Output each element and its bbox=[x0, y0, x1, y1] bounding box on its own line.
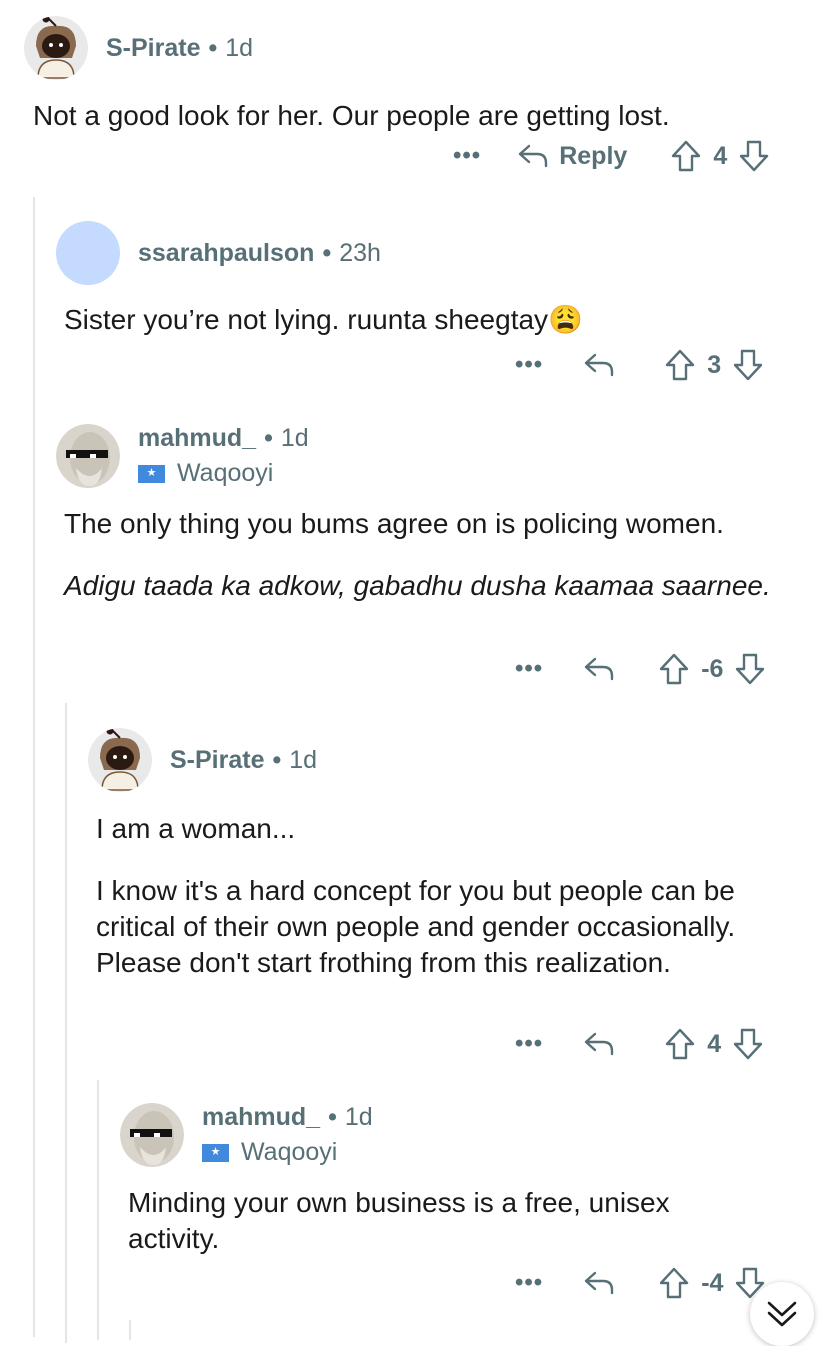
more-options-button[interactable]: ••• bbox=[453, 142, 481, 170]
thread-line-level-1[interactable] bbox=[33, 197, 35, 1337]
vote-count: -4 bbox=[701, 1268, 724, 1297]
separator-dot: • bbox=[272, 745, 282, 774]
downvote-icon[interactable] bbox=[733, 1028, 763, 1060]
default-blue-avatar[interactable] bbox=[56, 221, 120, 285]
comment-text: Sister you’re not lying. ruunta sheegtay bbox=[64, 304, 549, 335]
thread-line-level-4[interactable] bbox=[129, 1320, 131, 1340]
double-chevron-down-icon bbox=[765, 1297, 799, 1331]
separator-dot: • bbox=[328, 1103, 337, 1131]
comment-body: Not a good look for her. Our people are … bbox=[33, 98, 803, 134]
comment-text: Not a good look for her. Our people are … bbox=[33, 100, 670, 131]
thread-line-level-2[interactable] bbox=[65, 703, 67, 1343]
thread-line-level-3[interactable] bbox=[97, 1080, 99, 1340]
separator-dot: • bbox=[208, 33, 218, 62]
more-options-button[interactable]: ••• bbox=[515, 1030, 543, 1058]
upvote-icon[interactable] bbox=[659, 653, 689, 685]
user-flair: ★ Waqooyi bbox=[138, 459, 309, 488]
pirate-snoo-avatar[interactable] bbox=[88, 728, 152, 792]
more-options-button[interactable]: ••• bbox=[515, 1269, 543, 1297]
comment-body: Sister you’re not lying. ruunta sheegtay… bbox=[64, 302, 804, 338]
reply-button[interactable]: Reply bbox=[517, 142, 627, 171]
reply-arrow-icon[interactable] bbox=[583, 352, 615, 378]
username[interactable]: ssarahpaulson bbox=[138, 239, 314, 268]
reply-arrow-icon bbox=[517, 143, 549, 169]
downvote-icon[interactable] bbox=[739, 140, 769, 172]
statue-sunglasses-avatar[interactable] bbox=[120, 1103, 184, 1167]
weary-face-emoji: 😩 bbox=[548, 304, 583, 335]
reply-label: Reply bbox=[559, 141, 628, 170]
downvote-icon[interactable] bbox=[733, 349, 763, 381]
vote-count: 4 bbox=[713, 141, 728, 170]
username[interactable]: S-Pirate bbox=[170, 746, 264, 775]
username[interactable]: mahmud_ bbox=[202, 1103, 320, 1132]
somalia-flag-icon: ★ bbox=[138, 464, 165, 483]
upvote-icon[interactable] bbox=[665, 349, 695, 381]
timestamp: 1d bbox=[225, 33, 254, 62]
comment-text: I know it's a hard concept for you but p… bbox=[96, 875, 736, 978]
comment-text: Minding your own business is a free, uni… bbox=[128, 1187, 670, 1254]
comment-body: The only thing you bums agree on is poli… bbox=[64, 506, 804, 604]
more-options-button[interactable]: ••• bbox=[515, 351, 543, 379]
comment-body: Minding your own business is a free, uni… bbox=[128, 1185, 768, 1257]
timestamp: 23h bbox=[339, 238, 381, 267]
flair-text: Waqooyi bbox=[177, 459, 274, 487]
username[interactable]: mahmud_ bbox=[138, 424, 256, 453]
upvote-icon[interactable] bbox=[671, 140, 701, 172]
comment-body: I am a woman... I know it's a hard conce… bbox=[96, 811, 796, 981]
reply-arrow-icon[interactable] bbox=[583, 656, 615, 682]
upvote-icon[interactable] bbox=[665, 1028, 695, 1060]
statue-sunglasses-avatar[interactable] bbox=[56, 424, 120, 488]
timestamp: 1d bbox=[289, 745, 318, 774]
separator-dot: • bbox=[322, 238, 332, 267]
vote-count: 4 bbox=[707, 1029, 722, 1058]
downvote-icon[interactable] bbox=[735, 653, 765, 685]
comment-text: The only thing you bums agree on is poli… bbox=[64, 508, 724, 539]
timestamp: 1d bbox=[344, 1103, 373, 1131]
vote-count: -6 bbox=[701, 654, 724, 683]
user-flair: ★ Waqooyi bbox=[202, 1138, 373, 1167]
jump-to-next-button[interactable] bbox=[750, 1282, 814, 1346]
reply-arrow-icon[interactable] bbox=[583, 1270, 615, 1296]
separator-dot: • bbox=[264, 424, 273, 452]
comment-text-italic: Adigu taada ka adkow, gabadhu dusha kaam… bbox=[64, 570, 771, 601]
username[interactable]: S-Pirate bbox=[106, 34, 200, 63]
reply-arrow-icon[interactable] bbox=[583, 1031, 615, 1057]
somalia-flag-icon: ★ bbox=[202, 1143, 229, 1162]
vote-count: 3 bbox=[707, 350, 722, 379]
upvote-icon[interactable] bbox=[659, 1267, 689, 1299]
flair-text: Waqooyi bbox=[241, 1138, 338, 1166]
more-options-button[interactable]: ••• bbox=[515, 655, 543, 683]
timestamp: 1d bbox=[280, 424, 309, 452]
pirate-snoo-avatar[interactable] bbox=[24, 16, 88, 80]
comment-text: I am a woman... bbox=[96, 813, 296, 844]
